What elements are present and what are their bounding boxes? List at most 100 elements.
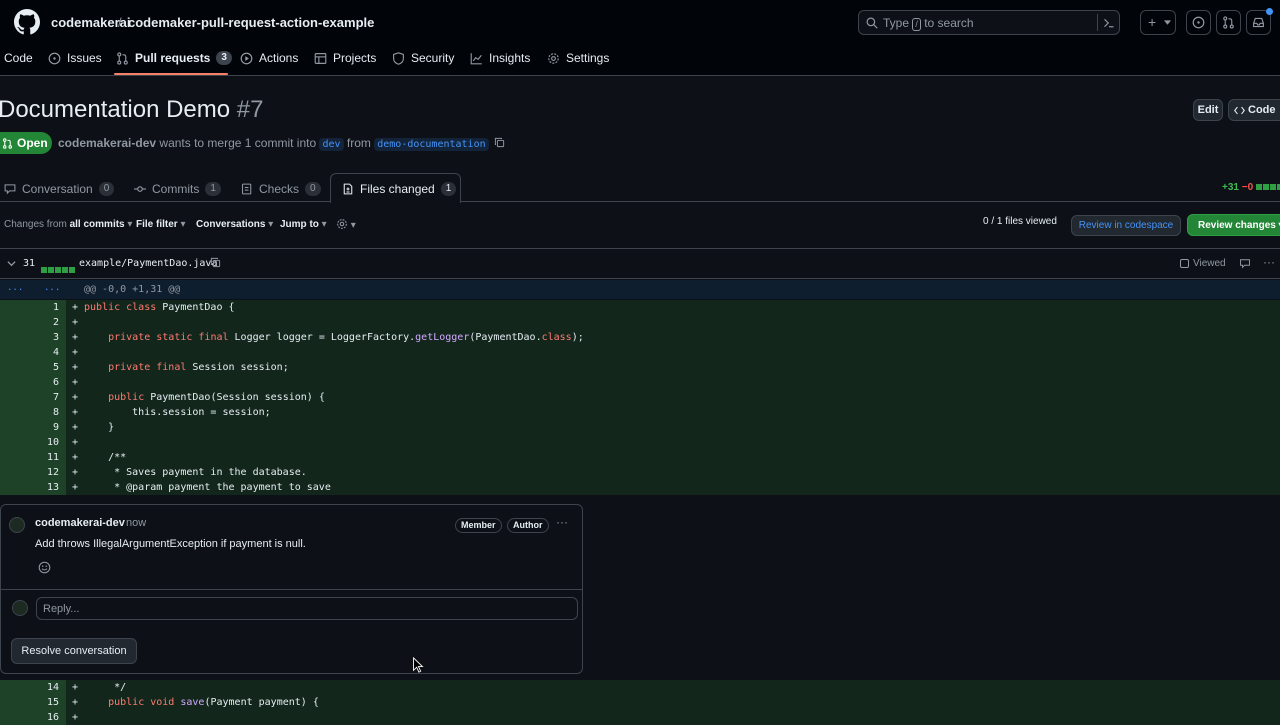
tab-conversation[interactable]: Conversation 0: [4, 182, 115, 196]
nav-settings[interactable]: Settings: [547, 51, 609, 65]
mouse-cursor-icon: [413, 657, 424, 673]
issue-icon: [1192, 16, 1205, 29]
file-diff-icon: [343, 183, 353, 195]
thread-divider: [1, 589, 582, 590]
play-circle-icon: [240, 52, 253, 64]
search-box[interactable]: Type / to search: [858, 10, 1120, 35]
issue-icon: [48, 52, 61, 64]
diff-line[interactable]: 14 + */: [0, 680, 1280, 695]
diff-settings-button[interactable]: ▾: [336, 218, 356, 231]
shield-icon: [393, 51, 404, 65]
nav-code[interactable]: Code: [4, 51, 33, 65]
diff-line[interactable]: 13 + * @param payment the payment to save: [0, 480, 1280, 495]
nav-actions[interactable]: Actions: [240, 51, 298, 65]
diff-line[interactable]: 4 +: [0, 345, 1280, 360]
file-filter-dropdown[interactable]: File filter ▾: [136, 219, 186, 230]
file-line-count: 31: [23, 258, 36, 269]
more-options-icon[interactable]: ···: [1263, 255, 1275, 269]
avatar: [12, 600, 28, 616]
pr-number: #7: [236, 96, 264, 123]
chevron-down-icon: [1164, 20, 1171, 25]
pr-state-badge: Open: [0, 132, 52, 154]
file-path[interactable]: example/PaymentDao.java: [79, 258, 217, 269]
diff-line[interactable]: 3 + private static final Logger logger = …: [0, 330, 1280, 345]
copy-icon[interactable]: [210, 257, 221, 268]
comment-time[interactable]: now: [126, 517, 146, 529]
edit-button[interactable]: Edit: [1193, 99, 1223, 121]
expand-down-button[interactable]: ...: [44, 283, 60, 293]
diff-line[interactable]: 2 +: [0, 315, 1280, 330]
reply-input[interactable]: Reply...: [36, 597, 578, 620]
diff-line[interactable]: 15 + public void save(Payment payment) {: [0, 695, 1280, 710]
comment-author[interactable]: codemakerai-dev: [35, 517, 125, 529]
review-thread: codemakerai-dev now Member Author ··· Ad…: [0, 504, 583, 674]
jump-to-dropdown[interactable]: Jump to ▾: [280, 219, 327, 230]
repo-nav: Code Issues Pull requests 3 Actions Proj…: [0, 44, 1280, 76]
issues-button[interactable]: [1186, 10, 1211, 35]
conversations-dropdown[interactable]: Conversations ▾: [196, 219, 273, 230]
viewed-checkbox[interactable]: [1180, 259, 1189, 268]
nav-pull-requests[interactable]: Pull requests 3: [116, 51, 232, 65]
diff-line[interactable]: 6 +: [0, 375, 1280, 390]
nav-projects[interactable]: Projects: [314, 51, 376, 65]
search-placeholder: Type / to search: [883, 16, 974, 31]
pull-requests-button[interactable]: [1216, 10, 1241, 35]
nav-insights[interactable]: Insights: [470, 51, 530, 65]
graph-icon: [470, 52, 482, 64]
nav-issues[interactable]: Issues: [48, 51, 102, 65]
avatar[interactable]: [9, 517, 25, 533]
tab-commits[interactable]: Commits 1: [134, 182, 221, 196]
file-diffstat: [41, 260, 76, 276]
expand-up-button[interactable]: ...: [7, 283, 23, 293]
pr-title: Documentation Demo #7: [0, 96, 264, 123]
diff-line[interactable]: 8 + this.session = session;: [0, 405, 1280, 420]
diff-line[interactable]: 11 + /**: [0, 450, 1280, 465]
base-branch[interactable]: dev: [319, 138, 344, 151]
deletions-count: −0: [1241, 182, 1254, 193]
create-new-button[interactable]: +: [1140, 10, 1176, 35]
head-branch[interactable]: demo-documentation: [374, 138, 489, 151]
tab-checks[interactable]: Checks 0: [241, 182, 321, 196]
diff-line[interactable]: 5 + private final Session session;: [0, 360, 1280, 375]
diff-line[interactable]: 10 +: [0, 435, 1280, 450]
commit-icon: [134, 186, 146, 192]
pull-request-icon: [2, 137, 13, 149]
pull-requests-count: 3: [216, 51, 232, 65]
code-button[interactable]: Code: [1228, 99, 1280, 121]
comment-icon[interactable]: [1239, 258, 1251, 269]
chevron-down-icon[interactable]: [7, 260, 16, 267]
inbox-icon: [1253, 17, 1264, 28]
diff-line[interactable]: 16 +: [0, 710, 1280, 725]
nav-security[interactable]: Security: [392, 51, 454, 65]
additions-count: +31: [1222, 182, 1239, 193]
active-tab-indicator: [114, 73, 228, 75]
inbox-button[interactable]: [1246, 8, 1273, 35]
copy-icon[interactable]: [494, 137, 505, 148]
diff-line[interactable]: 7 + public PaymentDao(Session session) {: [0, 390, 1280, 405]
tab-files-changed[interactable]: Files changed 1: [342, 182, 457, 196]
comment-more-icon[interactable]: ···: [556, 515, 568, 529]
notification-dot: [1266, 8, 1273, 15]
top-bar: codemakerai / codemaker-pull-request-act…: [0, 0, 1280, 44]
diff-line[interactable]: 12 + * Saves payment in the database.: [0, 465, 1280, 480]
hunk-range: @@ -0,0 +1,31 @@: [84, 284, 181, 295]
changes-from-dropdown[interactable]: Changes from all commits ▾: [4, 219, 132, 230]
repo-link[interactable]: codemaker-pull-request-action-example: [128, 15, 374, 30]
file-header: 31 example/PaymentDao.java Viewed ···: [0, 248, 1280, 279]
review-in-codespace-button[interactable]: Review in codespace: [1071, 215, 1181, 236]
pull-request-icon: [117, 51, 128, 65]
resolve-conversation-button[interactable]: Resolve conversation: [11, 638, 137, 664]
pr-author-link[interactable]: codemakerai-dev: [58, 136, 156, 150]
github-logo-icon[interactable]: [14, 9, 40, 35]
diff-line[interactable]: 9 + }: [0, 420, 1280, 435]
comment-icon: [4, 184, 16, 195]
author-badge: Author: [507, 518, 549, 533]
review-changes-button[interactable]: Review changes ▾: [1187, 214, 1280, 236]
command-palette-icon[interactable]: [1103, 17, 1115, 29]
smiley-icon[interactable]: [38, 561, 51, 574]
hunk-header: ... ... @@ -0,0 +1,31 @@: [0, 280, 1280, 299]
diff-line[interactable]: 1 + public class PaymentDao {: [0, 300, 1280, 315]
pull-request-icon: [1223, 16, 1234, 29]
diff-summary: +31 −0: [1222, 182, 1280, 193]
checklist-icon: [241, 183, 252, 195]
